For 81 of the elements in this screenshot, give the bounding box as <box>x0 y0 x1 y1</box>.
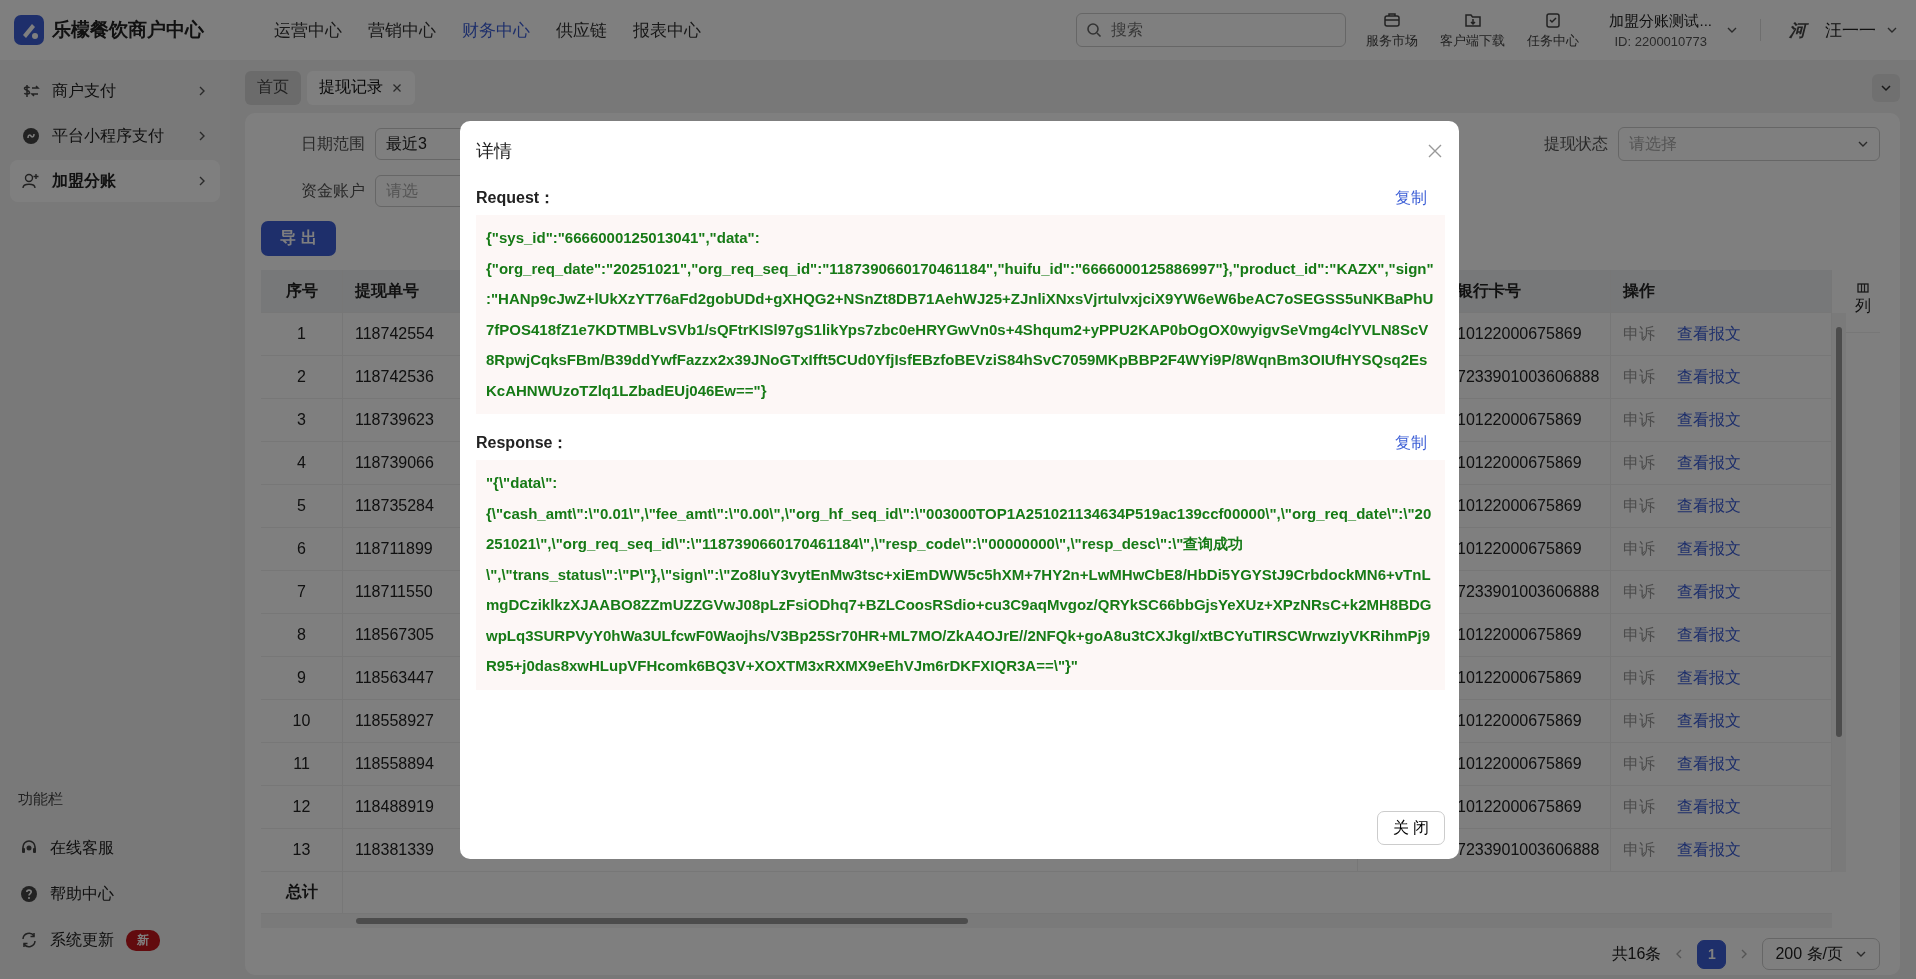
view-message-link[interactable]: 查看报文 <box>1677 452 1741 474</box>
close-icon[interactable] <box>391 81 403 94</box>
toolbar-button[interactable]: 客户端下载 <box>1440 10 1506 50</box>
column-settings-button[interactable]: 列 <box>1846 270 1880 333</box>
table-cell: 11 <box>261 743 343 785</box>
sidebar-item[interactable]: 平台小程序支付 <box>10 115 220 157</box>
logo-icon <box>14 15 44 45</box>
page-button[interactable]: 1 <box>1697 939 1727 969</box>
view-message-link[interactable]: 查看报文 <box>1677 796 1741 818</box>
help-icon <box>20 885 38 903</box>
view-message-link[interactable]: 查看报文 <box>1677 839 1741 861</box>
view-message-link[interactable]: 查看报文 <box>1677 323 1741 345</box>
column-header: 操作 <box>1611 270 1832 312</box>
new-badge: 新 <box>126 929 160 951</box>
sidebar-item[interactable]: 加盟分账 <box>10 160 220 202</box>
view-message-link[interactable]: 查看报文 <box>1677 366 1741 388</box>
filter-label: 日期范围 <box>300 133 365 154</box>
total-count: 共16条 <box>1611 943 1662 964</box>
user-plus-icon <box>22 172 40 190</box>
table-cell: 7 <box>261 571 343 613</box>
section-label: Request： <box>476 187 556 208</box>
view-message-link[interactable]: 查看报文 <box>1677 753 1741 775</box>
nav-tab[interactable]: 运营中心 <box>274 18 342 42</box>
close-button[interactable]: 关 闭 <box>1377 811 1445 845</box>
table-cell: 5 <box>261 485 343 527</box>
toolbar-button[interactable]: 服务市场 <box>1366 10 1419 50</box>
sidebar-item[interactable]: 系统更新 新 <box>10 917 220 963</box>
view-message-link[interactable]: 查看报文 <box>1677 710 1741 732</box>
search-field[interactable]: 搜索 <box>1076 13 1347 47</box>
vertical-scrollbar[interactable] <box>1832 313 1846 872</box>
close-icon[interactable] <box>1427 143 1443 159</box>
briefcase-icon <box>1383 10 1402 29</box>
sidebar-item[interactable]: 商户支付 <box>10 70 220 112</box>
view-message-link[interactable]: 查看报文 <box>1677 667 1741 689</box>
nav-tab[interactable]: 供应链 <box>556 18 607 42</box>
table-cell: 13 <box>261 829 343 871</box>
page-size-select[interactable]: 200 条/页 <box>1762 938 1880 970</box>
nav-tab[interactable]: 财务中心 <box>462 18 530 42</box>
table-cell: 8 <box>261 614 343 656</box>
table-cell: 4 <box>261 442 343 484</box>
nav-tab[interactable]: 营销中心 <box>368 18 436 42</box>
export-button[interactable]: 导 出 <box>261 221 336 256</box>
table-cell: 12 <box>261 786 343 828</box>
horizontal-scrollbar[interactable] <box>261 914 1832 928</box>
view-message-link[interactable]: 查看报文 <box>1677 538 1741 560</box>
table-cell: 3 <box>261 399 343 441</box>
toolbar-button[interactable]: 任务中心 <box>1527 10 1580 50</box>
table-cell: 10 <box>261 700 343 742</box>
view-message-link[interactable]: 查看报文 <box>1677 624 1741 646</box>
column-header: 序号 <box>261 270 343 312</box>
sidebar-item[interactable]: 帮助中心 <box>10 871 220 917</box>
dollar-arrows-icon <box>22 82 40 100</box>
copy-link[interactable]: 复制 <box>1395 187 1427 209</box>
filter-label: 提现状态 <box>1543 133 1608 154</box>
collapse-button[interactable] <box>1872 73 1900 102</box>
user-avatar[interactable]: 河 <box>1783 18 1811 42</box>
code-block: {"sys_id":"6666000125013041","data":{"org_req_date":"20251021","org_req_seq_id":"1187390660170461184","huifu_id":"6666000125886997"},"product_id":"KAZX","sign":"HANp9cJwZ+lUkXzYT76aFd2gobUDd+gXHQG2+NSnZt8DB71AehWJ25+ZJnliXNxsVjrtulvxjciX9YW6eW6beAC7oSEGSS5uNKBaPhU7fPOS418fZ1e7KDTMBLvSVb1/sQFtrKISl97gS1likYps7zbc0eHRYGwVn0s+4Shqum2+yPPU2KAP0bOgOX0wyigvSeVmg4clYVLN8ScV8RpwjCqksFBm/B39ddYwfFazzx2x39JNoGTxIfft5CUd0YfjIsfEBzfoBEVziS84hSvC7059MKpBBP2F4WYi9P/8WqnBm3OIUfHYSQsq2EsKcAHNWUzoTZlq1LZbadEUj046Ew=="} <box>476 215 1445 414</box>
account-switcher[interactable]: 加盟分账测试... ID: 2200010773 <box>1609 11 1738 49</box>
page-tab[interactable]: 提现记录 <box>307 70 415 105</box>
filter-label: 资金账户 <box>300 180 365 201</box>
refresh-icon <box>20 931 38 949</box>
table-cell: 6 <box>261 528 343 570</box>
view-message-link[interactable]: 查看报文 <box>1677 581 1741 603</box>
clipboard-icon <box>1544 10 1563 29</box>
user-name[interactable]: 汪一一 <box>1825 18 1876 42</box>
total-label: 总计 <box>261 872 343 913</box>
table-cell: 1 <box>261 313 343 355</box>
app-title: 乐檬餐饮商户中心 <box>52 18 204 42</box>
table-cell: 9 <box>261 657 343 699</box>
nav-tab[interactable]: 报表中心 <box>633 18 701 42</box>
page-tab[interactable]: 首页 <box>245 70 301 105</box>
view-message-link[interactable]: 查看报文 <box>1677 495 1741 517</box>
code-block: "{\"data\":{\"cash_amt\":\"0.01\",\"fee_amt\":\"0.00\",\"org_hf_seq_id\":\"003000TOP1A251021134634P519ac139ccf00000\",\"org_req_date\":\"20251021\",\"org_req_seq_id\":\"1187390660170461184\",\"resp_code\":\"00000000\",\"resp_desc\":\"查询成功\",\"trans_status\":\"P\"},\"sign\":\"Zo8IuY3vytEnMw3tsc+xiEmDWW5c5hXM+7HY2n+LwMHwCbE8/HbDi5YGYStJ9CrbdockMN6+vTnLmgDCziklkzXJAABO8ZZmUZZGVwJ08pLzFsiODhq7+BZLCoosRSdio+cu3C9aqMvgoz/QRYkSC66bbGjsYeXUz+XPzNRsC+k2MH8BDGwpLq3SURPVyY0hWa3ULfcwF0Waojhs/V3Bp25Sr70HR+ML7MO/ZkA4OJrE//2NFQk+goA8u3tCXJkgI/xtBCYuTIRSCWrwzIyVKRihmPj9R95+j0das8xwHLupVFHcomk6BQ3V+XOXTM3xRXMX9eEhVJm6rDKFXIQR3A==\"}" <box>476 460 1445 690</box>
dialog-title: 详情 <box>476 140 512 163</box>
link-circle-icon <box>22 127 40 145</box>
columns-icon <box>1857 282 1869 294</box>
search-icon <box>1086 22 1103 38</box>
view-message-link[interactable]: 查看报文 <box>1677 409 1741 431</box>
sidebar-item[interactable]: 在线客服 <box>10 825 220 871</box>
section-title: 功能栏 <box>17 790 64 809</box>
table-cell: 2 <box>261 356 343 398</box>
